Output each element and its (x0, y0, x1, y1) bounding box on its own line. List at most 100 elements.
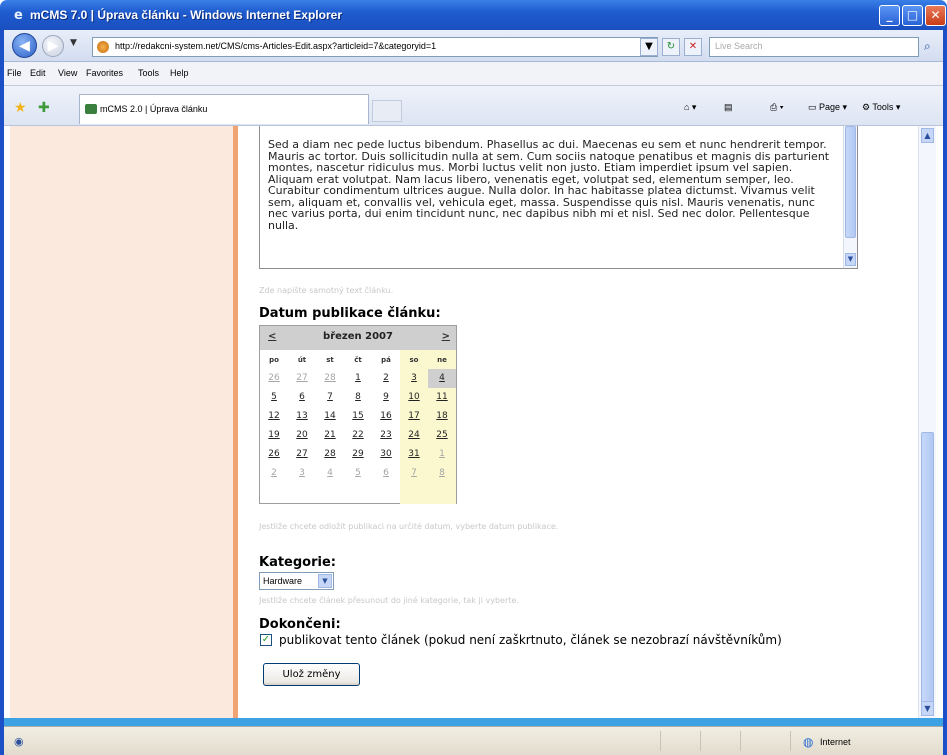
calendar-day[interactable]: 28 (316, 449, 344, 459)
calendar-day[interactable]: 4 (428, 373, 456, 383)
calendar-day[interactable]: 26 (260, 373, 288, 383)
minimize-button[interactable]: _ (879, 5, 900, 26)
address-input[interactable]: http://redakcni-system.net/CMS/cms-Artic… (92, 37, 658, 57)
print-icon[interactable]: ⎙ ▾ (770, 102, 783, 113)
menu-view[interactable]: View (58, 68, 77, 78)
calendar-header: < březen 2007 > (260, 326, 456, 350)
calendar-day[interactable]: 29 (344, 449, 372, 459)
article-body-textarea[interactable]: Sed a diam nec pede luctus bibendum. Pha… (259, 126, 858, 269)
calendar-day[interactable]: 28 (316, 373, 344, 383)
calendar-day[interactable]: 21 (316, 430, 344, 440)
home-icon[interactable]: ⌂ ▾ (684, 102, 696, 113)
category-select[interactable]: Hardware ▼ (259, 572, 334, 590)
publish-checkbox[interactable]: ✓ (260, 634, 272, 646)
search-icon[interactable]: ⌕ (924, 39, 931, 54)
calendar-day[interactable]: 18 (428, 411, 456, 421)
forward-button[interactable]: ▶ (42, 35, 64, 57)
calendar-day[interactable]: 10 (400, 392, 428, 402)
scroll-down-icon[interactable]: ▼ (921, 701, 934, 716)
calendar-day[interactable]: 8 (428, 468, 456, 478)
close-button[interactable]: ✕ (925, 5, 946, 26)
calendar-day[interactable]: 19 (260, 430, 288, 440)
calendar-week: 26 27 28 1 2 3 4 (260, 369, 456, 388)
calendar-day[interactable]: 27 (288, 373, 316, 383)
calendar-day[interactable]: 7 (316, 392, 344, 402)
calendar-day[interactable]: 26 (260, 449, 288, 459)
globe-icon: ◍ (803, 735, 814, 749)
calendar-day[interactable]: 13 (288, 411, 316, 421)
calendar-day[interactable]: 1 (344, 373, 372, 383)
textarea-scroll-down-icon[interactable]: ▼ (845, 253, 856, 266)
history-dropdown-icon[interactable]: ▼ (70, 38, 77, 48)
page-scroll-thumb[interactable] (921, 432, 934, 712)
stop-icon[interactable]: ✕ (684, 38, 702, 56)
tab-favicon-icon (85, 104, 97, 114)
menu-tools[interactable]: Tools (138, 68, 159, 78)
page-content: Sed a diam nec pede luctus bibendum. Pha… (10, 126, 928, 718)
menu-file[interactable]: File (7, 68, 22, 78)
favorites-star-icon[interactable]: ★ (14, 100, 27, 116)
calendar-day[interactable]: 4 (316, 468, 344, 478)
calendar-day[interactable]: 17 (400, 411, 428, 421)
calendar-day[interactable]: 16 (372, 411, 400, 421)
back-button[interactable]: ◀ (12, 33, 37, 58)
menu-help[interactable]: Help (170, 68, 189, 78)
calendar-day[interactable]: 24 (400, 430, 428, 440)
ie-logo-icon: e (14, 8, 23, 23)
publish-checkbox-label[interactable]: publikovat tento článek (pokud není zašk… (279, 633, 782, 647)
status-bar: ◉ ◍ Internet (0, 726, 947, 755)
menu-favorites[interactable]: Favorites (86, 68, 123, 78)
status-separator-band (0, 718, 947, 726)
calendar-day[interactable]: 22 (344, 430, 372, 440)
tools-menu-label: Tools (872, 102, 894, 112)
page-scrollbar[interactable]: ▲ ▼ (918, 126, 936, 718)
day-name: čt (354, 356, 362, 364)
tools-menu[interactable]: ⚙ Tools ▾ (862, 102, 900, 113)
calendar-day[interactable]: 30 (372, 449, 400, 459)
calendar-month: březen 2007 (323, 331, 393, 342)
calendar-day[interactable]: 12 (260, 411, 288, 421)
menu-edit[interactable]: Edit (30, 68, 46, 78)
calendar-day[interactable]: 2 (372, 373, 400, 383)
calendar-day[interactable]: 3 (288, 468, 316, 478)
calendar-day[interactable]: 9 (372, 392, 400, 402)
search-input[interactable]: Live Search (709, 37, 919, 57)
address-dropdown-icon[interactable]: ▼ (640, 38, 658, 56)
security-zone[interactable]: Internet (820, 737, 851, 747)
calendar-day[interactable]: 6 (372, 468, 400, 478)
calendar-day-names: po út st čt pá so ne (260, 350, 456, 369)
textarea-scrollbar[interactable]: ▼ (843, 126, 857, 268)
textarea-scroll-thumb[interactable] (845, 126, 856, 238)
calendar-day[interactable]: 20 (288, 430, 316, 440)
refresh-icon[interactable]: ↻ (662, 38, 680, 56)
feeds-icon[interactable]: ▤ (724, 102, 733, 113)
maximize-button[interactable]: □ (902, 5, 923, 26)
add-favorite-icon[interactable]: ✚ (38, 100, 50, 116)
calendar-day[interactable]: 23 (372, 430, 400, 440)
page-menu[interactable]: ▭ Page ▾ (808, 102, 847, 113)
calendar-day[interactable]: 3 (400, 373, 428, 383)
menu-bar: File Edit View Favorites Tools Help (0, 62, 947, 86)
calendar-day[interactable]: 27 (288, 449, 316, 459)
calendar-day[interactable]: 6 (288, 392, 316, 402)
calendar-day[interactable]: 2 (260, 468, 288, 478)
scroll-up-icon[interactable]: ▲ (921, 128, 934, 143)
calendar-day[interactable]: 5 (260, 392, 288, 402)
calendar-day[interactable]: 14 (316, 411, 344, 421)
calendar-day[interactable]: 8 (344, 392, 372, 402)
tab-label: mCMS 2.0 | Úprava článku (100, 104, 208, 114)
calendar-day[interactable]: 1 (428, 449, 456, 459)
calendar-day[interactable]: 31 (400, 449, 428, 459)
status-divider (700, 731, 701, 751)
calendar-day[interactable]: 15 (344, 411, 372, 421)
new-tab-button[interactable] (372, 100, 402, 122)
calendar-day[interactable]: 25 (428, 430, 456, 440)
chevron-down-icon[interactable]: ▼ (318, 574, 332, 588)
calendar-next-button[interactable]: > (442, 331, 450, 342)
calendar-day[interactable]: 5 (344, 468, 372, 478)
status-divider (740, 731, 741, 751)
save-button[interactable]: Ulož změny (263, 663, 360, 686)
calendar-day[interactable]: 7 (400, 468, 428, 478)
tab-active[interactable]: mCMS 2.0 | Úprava článku (79, 94, 369, 124)
calendar-day[interactable]: 11 (428, 392, 456, 402)
